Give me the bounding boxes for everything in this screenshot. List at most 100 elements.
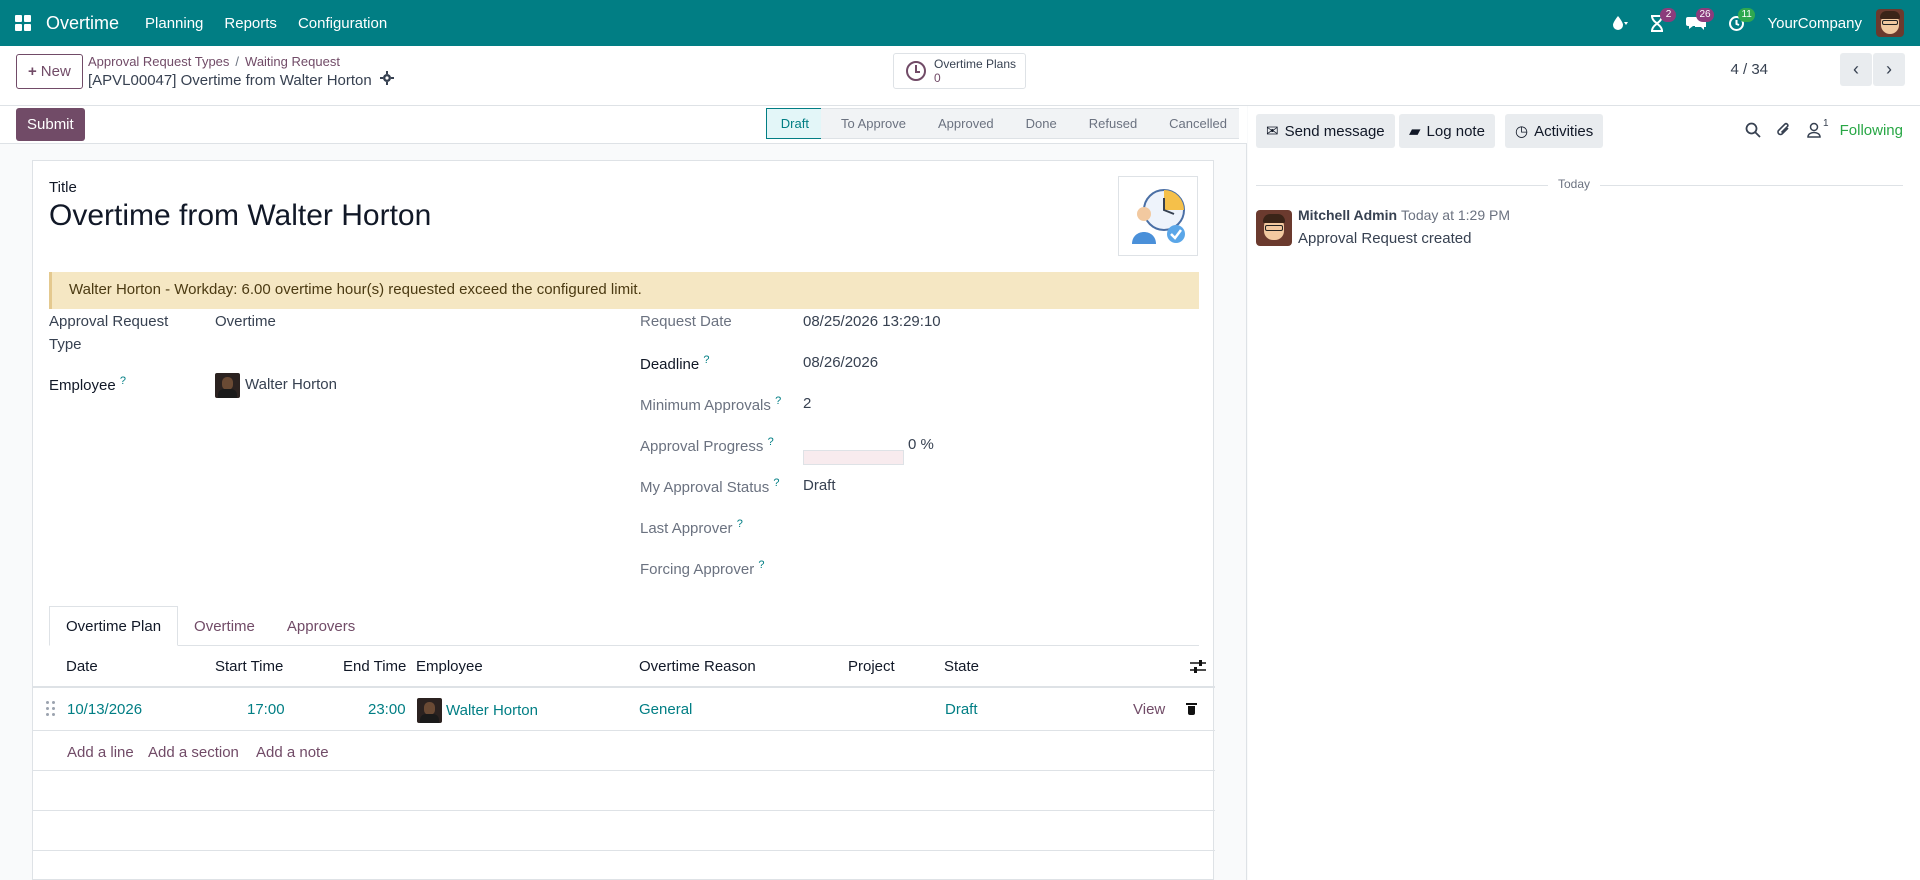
paperclip-icon[interactable] — [1776, 121, 1792, 142]
gear-icon[interactable] — [379, 71, 394, 89]
activities-button[interactable]: ◷ Activities — [1505, 114, 1604, 148]
message-author-avatar[interactable] — [1256, 210, 1292, 246]
smart-button-value: 0 — [934, 71, 941, 85]
tab-overtime-plan[interactable]: Overtime Plan — [49, 606, 179, 646]
form-pane: Submit Draft To Approve Approved Done Re… — [0, 106, 1247, 880]
deadline-label: Deadline ? — [640, 354, 710, 373]
row-state[interactable]: Draft — [945, 701, 978, 718]
add-line-button[interactable]: Add a line — [67, 744, 134, 761]
column-employee[interactable]: Employee — [416, 658, 483, 675]
chat-messages-icon[interactable]: 26 — [1686, 7, 1714, 32]
minimum-approvals-label: Minimum Approvals ? — [640, 395, 782, 414]
following-button[interactable]: Following — [1840, 122, 1903, 139]
approval-progress-bar — [803, 450, 904, 465]
menu-reports[interactable]: Reports — [224, 15, 277, 32]
row-employee-avatar — [417, 698, 442, 723]
row-overtime-reason[interactable]: General — [639, 701, 692, 718]
help-icon[interactable]: ? — [773, 477, 779, 489]
tab-overtime[interactable]: Overtime — [178, 606, 271, 646]
pager-value[interactable]: 4 / 34 — [1730, 61, 1768, 78]
approval-category-image[interactable] — [1118, 176, 1198, 256]
pager-previous-button[interactable]: ‹ — [1840, 53, 1872, 86]
drag-handle-icon[interactable] — [46, 701, 56, 717]
timer-clock-icon[interactable]: 11 — [1728, 7, 1755, 32]
app-menu-icon[interactable] — [0, 0, 46, 46]
column-overtime-reason[interactable]: Overtime Reason — [639, 658, 756, 675]
table-row[interactable]: 10/13/2026 17:00 23:00 Walter Horton Gen… — [33, 689, 1215, 731]
row-start-time[interactable]: 17:00 — [247, 701, 285, 718]
forcing-approver-label: Forcing Approver ? — [640, 559, 765, 578]
menu-configuration[interactable]: Configuration — [298, 15, 387, 32]
column-start-time[interactable]: Start Time — [215, 658, 283, 675]
search-icon[interactable] — [1745, 122, 1761, 141]
employee-value[interactable]: Walter Horton — [245, 376, 337, 393]
pager-next-button[interactable]: › — [1873, 53, 1905, 86]
overtime-clock-person-icon — [1132, 189, 1185, 244]
clock-icon: ◷ — [1515, 123, 1529, 140]
envelope-icon: ✉ — [1266, 123, 1279, 140]
request-date-label: Request Date — [640, 313, 732, 330]
column-end-time[interactable]: End Time — [343, 658, 406, 675]
company-switcher[interactable]: YourCompany — [1767, 15, 1862, 32]
help-icon[interactable]: ? — [768, 436, 774, 448]
breadcrumb-waiting-request[interactable]: Waiting Request — [245, 54, 340, 69]
message-time: Today at 1:29 PM — [1401, 207, 1510, 223]
approval-progress-label: Approval Progress ? — [640, 436, 774, 455]
date-separator: Today — [1548, 177, 1601, 191]
overtime-plans-smart-button[interactable]: Overtime Plans 0 — [893, 53, 1026, 89]
send-message-button[interactable]: ✉ Send message — [1256, 114, 1395, 148]
approval-type-value[interactable]: Overtime — [215, 313, 276, 330]
empty-row — [33, 811, 1215, 851]
user-avatar[interactable] — [1876, 9, 1904, 37]
followers-user-icon[interactable] — [1807, 122, 1821, 141]
log-note-button[interactable]: ▰ Log note — [1399, 114, 1495, 148]
chevron-left-icon: ‹ — [1853, 59, 1859, 79]
column-state[interactable]: State — [944, 658, 979, 675]
column-project[interactable]: Project — [848, 658, 895, 675]
form-sheet: Title Overtime from Walter Horton Walter… — [32, 160, 1215, 880]
stage-done[interactable]: Done — [1005, 108, 1069, 139]
row-view-button[interactable]: View — [1133, 701, 1165, 718]
menu-planning[interactable]: Planning — [145, 15, 203, 32]
help-icon[interactable]: ? — [737, 518, 743, 530]
overtime-limit-warning: Walter Horton - Workday: 6.00 overtime h… — [49, 272, 1199, 309]
submit-button[interactable]: Submit — [16, 108, 85, 141]
followers-count: 1 — [1823, 118, 1829, 129]
note-icon: ▰ — [1409, 123, 1421, 140]
notebook-tabs: Overtime Plan Overtime Approvers — [49, 606, 1199, 646]
title-label: Title — [49, 179, 77, 196]
app-brand[interactable]: Overtime — [46, 13, 119, 34]
request-date-value[interactable]: 08/25/2026 13:29:10 — [803, 313, 941, 330]
new-button[interactable]: + New — [16, 54, 83, 89]
stage-to-approve[interactable]: To Approve — [820, 108, 919, 139]
message-author[interactable]: Mitchell Admin — [1298, 207, 1397, 223]
debug-droplet-icon[interactable] — [1610, 14, 1629, 32]
activities-label: Activities — [1534, 122, 1594, 140]
stage-draft[interactable]: Draft — [765, 108, 821, 139]
help-icon[interactable]: ? — [120, 375, 126, 387]
help-icon[interactable]: ? — [703, 354, 709, 366]
row-employee[interactable]: Walter Horton — [446, 702, 538, 719]
tab-approvers[interactable]: Approvers — [271, 606, 371, 646]
optional-columns-icon[interactable] — [1190, 660, 1206, 677]
stage-approved[interactable]: Approved — [918, 108, 1006, 139]
breadcrumb-approval-request-types[interactable]: Approval Request Types — [88, 54, 229, 69]
trash-icon[interactable] — [1186, 702, 1197, 716]
add-note-button[interactable]: Add a note — [256, 744, 329, 761]
row-date[interactable]: 10/13/2026 — [67, 701, 142, 718]
stage-cancelled[interactable]: Cancelled — [1149, 108, 1239, 139]
stage-pipeline: Draft To Approve Approved Done Refused C… — [765, 108, 1239, 139]
row-end-time[interactable]: 23:00 — [368, 701, 406, 718]
breadcrumb-separator: / — [235, 54, 240, 69]
title-input[interactable]: Overtime from Walter Horton — [49, 199, 431, 233]
add-section-button[interactable]: Add a section — [148, 744, 239, 761]
help-icon[interactable]: ? — [758, 559, 764, 571]
smart-button-label: Overtime Plans — [934, 57, 1017, 71]
new-button-label: New — [40, 63, 71, 80]
help-icon[interactable]: ? — [775, 395, 781, 407]
hourglass-activity-icon[interactable]: 2 — [1650, 7, 1677, 32]
timer-count-badge: 11 — [1738, 7, 1755, 22]
stage-refused[interactable]: Refused — [1068, 108, 1150, 139]
column-date[interactable]: Date — [66, 658, 98, 675]
deadline-value[interactable]: 08/26/2026 — [803, 354, 878, 371]
